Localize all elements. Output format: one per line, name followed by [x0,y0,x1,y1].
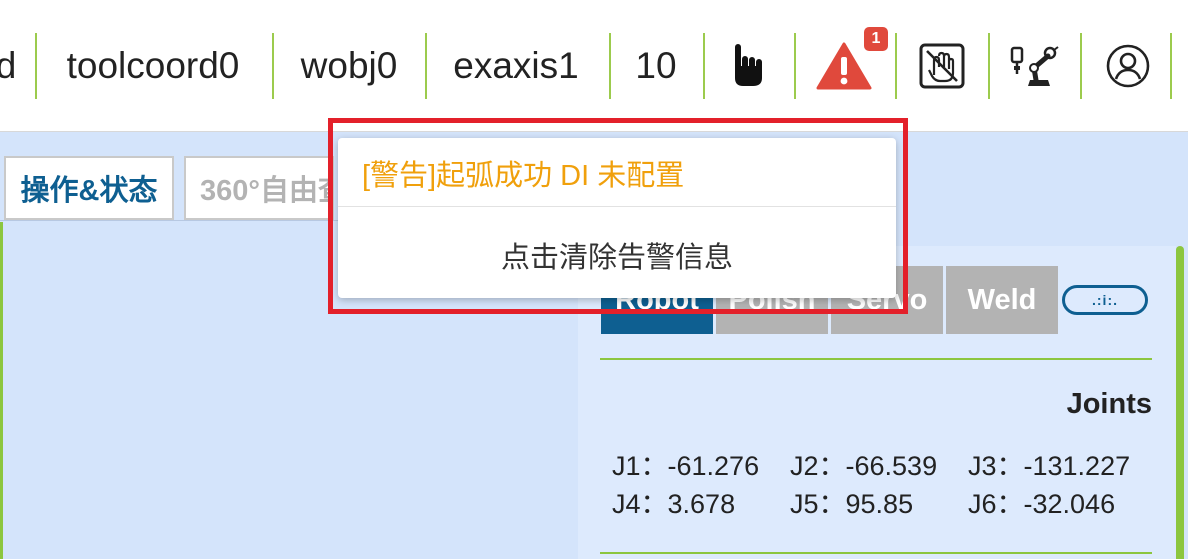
toolbar-separator [895,33,897,99]
toolbar-separator [425,33,427,99]
panel-scrollbar[interactable] [1176,246,1184,559]
left-panel-accent [0,222,3,559]
toolbar-separator [272,33,274,99]
joint-value: J2：-66.539 [790,451,938,481]
wobj-selector[interactable]: wobj0 [286,33,412,99]
joint-value: J1：-61.276 [612,451,760,481]
alarm-highlight-frame [328,118,908,314]
joints-title: Joints [1066,388,1152,420]
toolbar-separator [703,33,705,99]
panel-toggle-button[interactable]: .:i:. [1062,285,1148,315]
robot-arm-icon[interactable] [1004,33,1064,99]
user-icon[interactable] [1100,33,1156,99]
toolbar-separator [609,33,611,99]
toolbar-separator [1080,33,1082,99]
top-toolbar: d toolcoord0 wobj0 exaxis1 10 1 [0,0,1188,132]
panel-divider [600,358,1152,360]
toolbar-item-truncated[interactable]: d [0,33,16,99]
tab-operation-status[interactable]: 操作&状态 [4,156,174,220]
joint-value: J4：3.678 [612,489,736,519]
tool-coord-selector[interactable]: toolcoord0 [50,33,256,99]
joint-value: J5：95.85 [790,489,914,519]
toolbar-separator [1170,33,1172,99]
tab-360-free-view[interactable]: 360°自由查 [184,156,334,220]
toolbar-separator [794,33,796,99]
alarm-count-badge: 1 [864,27,888,51]
toolbar-separator [35,33,37,99]
joint-value: J3：-131.227 [968,451,1131,481]
exaxis-selector[interactable]: exaxis1 [440,33,592,99]
joint-value: J6：-32.046 [968,489,1116,519]
hand-icon[interactable] [720,33,776,99]
no-drag-hand-icon[interactable] [912,33,972,99]
panel-divider [600,552,1152,554]
toolbar-separator [988,33,990,99]
speed-value[interactable]: 10 [624,33,688,99]
tab-weld[interactable]: Weld [946,266,1058,334]
